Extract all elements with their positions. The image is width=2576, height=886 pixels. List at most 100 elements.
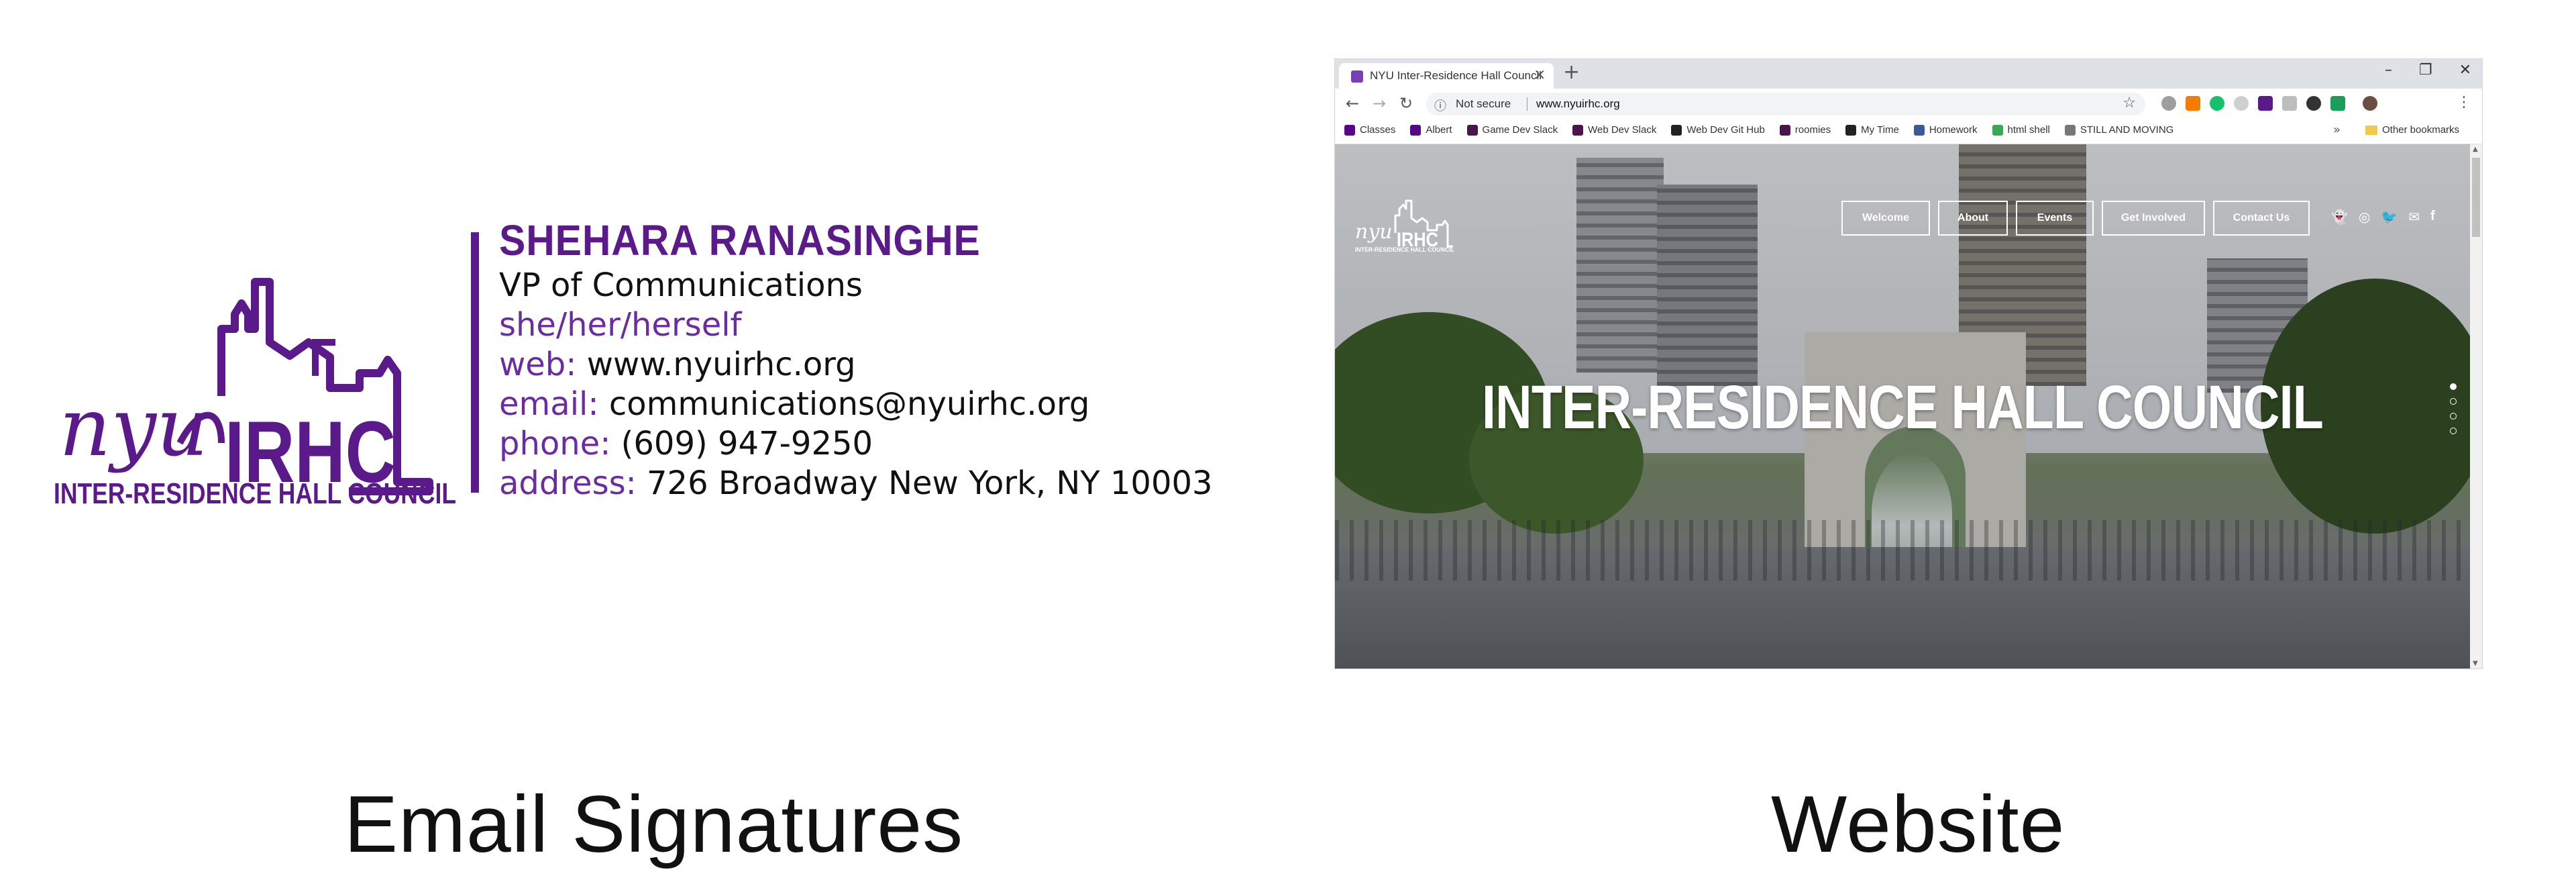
extension-icon[interactable] [2234,96,2249,111]
bookmark-list: Classes Albert Game Dev Slack Web Dev Slack… [1344,124,2174,136]
bookmark-label: Homework [1929,124,1978,136]
address-value: 726 Broadway New York, NY 10003 [647,464,1213,502]
bookmark-star-icon[interactable]: ☆ [2123,95,2136,111]
bookmark-item[interactable]: My Time [1845,124,1899,136]
other-bookmarks-label: Other bookmarks [2382,124,2460,136]
web-link[interactable]: www.nyuirhc.org [587,346,856,383]
signature-address: address: 726 Broadway New York, NY 10003 [499,464,1234,503]
phone-link[interactable]: (609) 947-9250 [621,425,873,462]
bookmark-label: Game Dev Slack [1482,124,1558,136]
security-label: Not secure [1456,97,1511,110]
bookmark-label: html shell [2007,124,2050,136]
bookmark-icon [1992,124,2003,136]
bookmark-item[interactable]: Classes [1344,124,1395,136]
site-logo-graphic: nyu IRHC INTER-RESIDENCE HALL COUNCIL [1355,199,1454,252]
nav-about[interactable]: About [1938,201,2008,236]
scroll-down-icon[interactable]: ▼ [2473,660,2478,667]
nav-contact-us[interactable]: Contact Us [2213,201,2310,236]
scroll-up-icon[interactable]: ▲ [2473,146,2478,153]
facebook-icon[interactable]: f [2430,209,2435,225]
nav-events[interactable]: Events [2016,201,2094,236]
extension-icon[interactable] [2330,96,2345,111]
new-tab-button[interactable]: + [1563,60,1580,84]
irhc-logo-graphic: nyu IRHC INTER-RESIDENCE HALL COUNCIL [54,278,456,510]
site-logo-caption: INTER-RESIDENCE HALL COUNCIL [1355,246,1454,252]
tab-title: NYU Inter-Residence Hall Council [1370,69,1542,82]
twitter-icon[interactable]: 🐦 [2381,209,2398,225]
email-icon[interactable]: ✉ [2408,209,2420,225]
extension-icon[interactable] [2282,96,2297,111]
reload-icon[interactable]: ↻ [1399,94,1413,113]
magnifier-icon[interactable] [2306,96,2321,111]
url-text[interactable]: www.nyuirhc.org [1536,97,1620,111]
website-viewport: nyu IRHC INTER-RESIDENCE HALL COUNCIL We… [1335,144,2470,669]
bookmark-label: Albert [1426,124,1452,136]
slide-dot[interactable] [2450,383,2457,390]
rss-icon[interactable] [2186,96,2200,111]
slide-dot[interactable] [2450,398,2457,405]
bookmark-item[interactable]: Web Dev Slack [1572,124,1656,136]
bookmark-icon [1913,124,1925,136]
scroll-thumb[interactable] [2472,158,2480,237]
back-arrow-icon[interactable]: ← [1346,94,1359,113]
slide-dots [2450,383,2457,434]
bookmark-item[interactable]: Albert [1410,124,1452,136]
page-scrollbar[interactable]: ▲ ▼ [2470,144,2482,669]
bookmarks-bar: Classes Albert Game Dev Slack Web Dev Slack… [1335,119,2482,144]
site-logo-script: nyu [1355,220,1393,244]
hero-title: INTER-RESIDENCE HALL COUNCIL [1482,373,2324,442]
omnibox[interactable]: ⓘ Not secure www.nyuirhc.org ☆ [1426,93,2145,115]
grammarly-icon[interactable] [2210,96,2224,111]
bookmark-icon [1572,124,1584,136]
address-label: address: [499,464,637,502]
bookmark-label: Web Dev Git Hub [1686,124,1765,136]
close-window-icon[interactable]: ✕ [2459,62,2471,79]
close-tab-icon[interactable]: × [1534,66,1546,83]
eyedropper-icon[interactable] [2258,96,2273,111]
nav-get-involved[interactable]: Get Involved [2102,201,2205,236]
bookmark-item[interactable]: Homework [1913,124,1978,136]
nav-welcome[interactable]: Welcome [1841,201,1930,236]
slide-dot[interactable] [2450,428,2457,434]
favicon-icon [1351,70,1363,83]
snapchat-icon[interactable]: 👻 [2331,209,2348,225]
bookmark-label: My Time [1861,124,1899,136]
signature-phone: phone: (609) 947-9250 [499,424,1234,464]
caption-email-signatures: Email Signatures [344,779,964,869]
bookmark-item[interactable]: STILL AND MOVING [2064,124,2174,136]
bookmark-item[interactable]: Game Dev Slack [1466,124,1558,136]
minimize-icon[interactable]: – [2385,62,2392,79]
signature-divider [471,232,479,493]
email-label: email: [499,385,599,423]
folder-icon [2365,125,2377,135]
site-logo[interactable]: nyu IRHC INTER-RESIDENCE HALL COUNCIL [1355,191,1456,252]
tab-nyu-irhc[interactable]: NYU Inter-Residence Hall Council × [1339,63,1554,89]
bookmark-item[interactable]: Web Dev Git Hub [1671,124,1765,136]
address-bar: ← → ↻ ⓘ Not secure www.nyuirhc.org ☆ ⋮ [1335,89,2482,119]
more-bookmarks-icon[interactable]: » [2333,123,2341,137]
bookmark-icon [1779,124,1790,136]
bookmark-item[interactable]: roomies [1779,124,1831,136]
window-controls: – ❐ ✕ [2385,62,2471,79]
browser-menu-icon[interactable]: ⋮ [2457,94,2471,111]
other-bookmarks[interactable]: Other bookmarks [2365,124,2459,136]
bookmark-icon [2064,124,2076,136]
info-icon[interactable]: ⓘ [1434,97,1446,114]
logo-caption: INTER-RESIDENCE HALL COUNCIL [54,477,456,510]
bookmark-icon [1845,124,1857,136]
extension-icon[interactable] [2161,96,2176,111]
signature-web: web: www.nyuirhc.org [499,345,1234,385]
slide-dot[interactable] [2450,413,2457,420]
instagram-icon[interactable]: ◎ [2359,209,2370,225]
email-link[interactable]: communications@nyuirhc.org [609,385,1089,423]
bookmark-item[interactable]: html shell [1992,124,2050,136]
bookmark-icon [1671,124,1682,136]
signature-title: VP of Communications [499,266,863,304]
restore-icon[interactable]: ❐ [2419,62,2432,79]
forward-arrow-icon[interactable]: → [1373,94,1386,113]
signature-email: email: communications@nyuirhc.org [499,385,1234,424]
extension-icons [2161,96,2377,111]
bookmark-icon [1466,124,1478,136]
tab-strip: NYU Inter-Residence Hall Council × + – ❐… [1335,59,2482,89]
profile-avatar[interactable] [2363,96,2377,111]
